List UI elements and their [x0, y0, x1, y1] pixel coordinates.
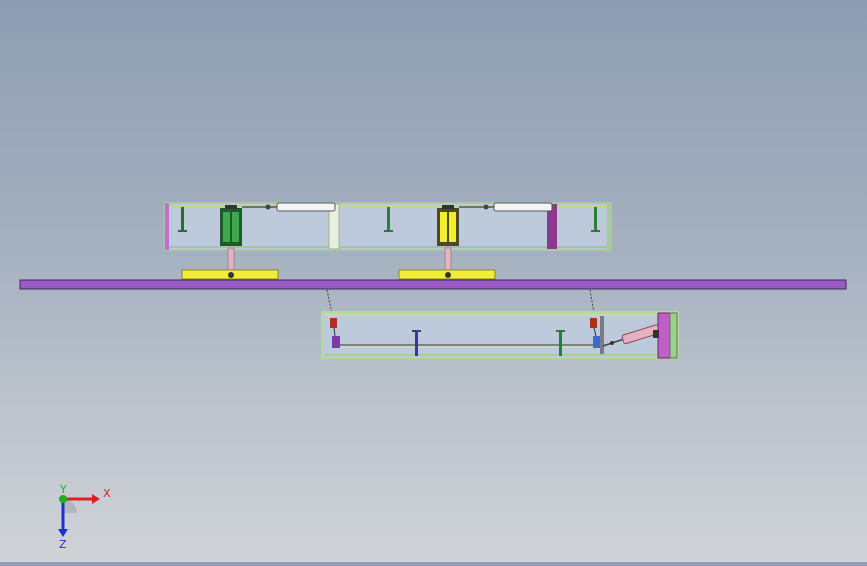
lower-end-cap: [669, 312, 678, 359]
left-carriage: [220, 205, 242, 246]
upper-support-1: [181, 207, 184, 231]
main-beam: [19, 279, 847, 290]
lower-end-plate: [657, 312, 672, 359]
z-axis-arrow: [58, 529, 68, 537]
upper-frame: [164, 202, 612, 251]
upper-support-1-foot: [178, 230, 187, 232]
upper-support-2-foot: [384, 230, 393, 232]
upper-cylinder-right-barrel: [493, 202, 553, 212]
upper-support-3-foot: [591, 230, 600, 232]
z-axis-label: Z: [59, 538, 67, 550]
upper-cylinder-left-barrel: [276, 202, 336, 212]
cad-viewport[interactable]: X Y Z: [0, 0, 867, 562]
lower-right-column: [600, 316, 604, 354]
right-hanger: [589, 289, 595, 314]
coordinate-triad: X Y Z: [58, 483, 111, 550]
carriage-legs: [181, 247, 496, 280]
lower-right-gripper-body: [593, 336, 601, 348]
lower-support-1-cap: [412, 330, 421, 332]
lower-support-2: [559, 330, 562, 356]
left-carriage-top-block: [225, 205, 237, 209]
lower-left-gripper-body: [332, 336, 340, 348]
lower-support-2-cap: [556, 330, 565, 332]
lower-left-gripper-head: [330, 318, 337, 328]
right-carriage-top-block: [442, 205, 454, 209]
lower-frame: [321, 311, 679, 359]
x-axis-arrow: [92, 494, 100, 504]
upper-frame-left-end: [165, 203, 169, 250]
lower-end-bracket: [653, 330, 659, 338]
assembly-drawing: [19, 202, 847, 359]
left-pad-joint: [228, 272, 234, 278]
upper-support-3: [594, 207, 597, 231]
upper-cylinder-right-joint: [483, 204, 489, 210]
lower-support-1: [415, 330, 418, 356]
y-axis-dot: [59, 495, 67, 503]
upper-support-2: [387, 207, 390, 231]
y-axis-label: Y: [59, 483, 67, 496]
lower-cylinder-joint: [610, 341, 614, 345]
upper-cylinder-left-joint: [265, 204, 271, 210]
lower-right-gripper-head: [590, 318, 597, 328]
x-axis-label: X: [103, 487, 111, 500]
right-pad-joint: [445, 272, 451, 278]
right-carriage: [437, 205, 459, 246]
upper-frame-right-end: [607, 203, 611, 250]
right-leg: [444, 247, 452, 273]
left-hanger: [326, 289, 333, 314]
left-leg: [227, 247, 235, 273]
